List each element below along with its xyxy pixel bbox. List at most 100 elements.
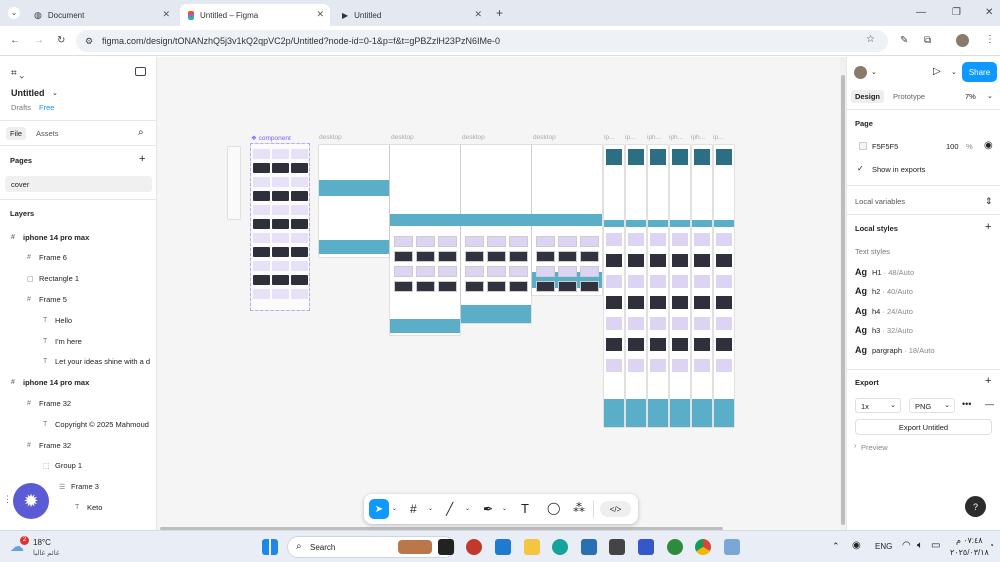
help-button[interactable]: ? <box>965 496 986 517</box>
product-card[interactable] <box>465 266 484 277</box>
layer-item[interactable]: # iphone 14 pro max <box>11 230 89 244</box>
remove-export-icon[interactable]: — <box>985 399 994 409</box>
text-style-item[interactable]: h2 · 40/Auto <box>872 287 913 296</box>
tray-app-icon[interactable]: ◉ <box>852 540 861 551</box>
battery-icon[interactable]: ▭ <box>931 540 940 551</box>
component-variant[interactable] <box>291 205 308 215</box>
text-style-item[interactable]: H1 · 48/Auto <box>872 268 914 277</box>
eyedropper-extension-icon[interactable]: ✎ <box>900 36 908 46</box>
reload-icon[interactable]: ↻ <box>57 36 65 46</box>
address-bar[interactable]: ⚙ figma.com/design/tONANzhQ5j3v1kQ2qpVC2… <box>76 30 888 52</box>
line-tool-icon[interactable]: ╱ <box>446 502 453 516</box>
tab-design[interactable]: Design <box>851 90 885 103</box>
product-card[interactable] <box>558 266 577 277</box>
tab-assets[interactable]: Assets <box>36 129 59 138</box>
product-card[interactable] <box>536 251 555 262</box>
add-page-icon[interactable]: + <box>139 153 145 165</box>
product-card[interactable] <box>580 266 599 277</box>
add-export-icon[interactable]: + <box>985 375 991 387</box>
taskbar-search-box[interactable]: ⌕ Search <box>287 536 455 558</box>
product-card[interactable] <box>487 266 506 277</box>
product-card[interactable] <box>394 266 413 277</box>
product-card[interactable] <box>509 266 528 277</box>
page-color-swatch[interactable] <box>859 142 867 150</box>
component-variant[interactable] <box>291 191 308 201</box>
vscode-icon[interactable] <box>495 539 511 555</box>
layer-item[interactable]: ⬚ Group 1 <box>43 459 82 473</box>
layer-item[interactable]: # iphone 14 pro max <box>11 376 89 390</box>
close-tab-icon[interactable]: ✕ <box>474 9 482 20</box>
figma-main-menu[interactable]: ⌗ ⌄ <box>11 68 24 79</box>
component-variant[interactable] <box>291 219 308 229</box>
product-card[interactable] <box>536 281 555 292</box>
component-variant[interactable] <box>272 247 289 257</box>
drag-handle-icon[interactable]: ⋮⋮ <box>3 494 21 505</box>
store-icon[interactable] <box>581 539 597 555</box>
component-variant[interactable] <box>272 149 289 159</box>
component-variant[interactable] <box>272 275 289 285</box>
tab-document[interactable]: ◍ Document ✕ <box>26 4 176 26</box>
extensions-puzzle-icon[interactable]: ⧉ <box>924 36 931 46</box>
layer-item[interactable]: T I'm here <box>43 334 82 348</box>
component-variant[interactable] <box>253 191 270 201</box>
tab-prototype[interactable]: Prototype <box>893 92 925 101</box>
product-card[interactable] <box>416 266 435 277</box>
product-card[interactable] <box>465 251 484 262</box>
component-variant[interactable] <box>291 177 308 187</box>
share-button[interactable]: Share <box>962 62 997 82</box>
xbox-icon[interactable] <box>667 539 683 555</box>
desktop-frame-3[interactable] <box>461 145 531 323</box>
product-card[interactable] <box>416 281 435 292</box>
component-variant[interactable] <box>272 205 289 215</box>
product-card[interactable] <box>394 251 413 262</box>
text-style-item[interactable]: h4 · 24/Auto <box>872 307 913 316</box>
product-card[interactable] <box>558 281 577 292</box>
product-card[interactable] <box>580 281 599 292</box>
component-variant[interactable] <box>291 247 308 257</box>
component-variant[interactable] <box>291 149 308 159</box>
component-variant[interactable] <box>272 219 289 229</box>
chevron-right-icon[interactable]: › <box>854 443 856 450</box>
product-card[interactable] <box>558 251 577 262</box>
text-tool-icon[interactable]: T <box>521 501 529 516</box>
layer-item[interactable]: T Let your ideas shine with a d <box>43 355 150 369</box>
browser-menu-icon[interactable]: ⋮ <box>985 35 995 45</box>
user-avatar[interactable] <box>854 66 867 79</box>
restore-window-icon[interactable]: ❐ <box>952 8 961 18</box>
visibility-eye-icon[interactable]: ◉ <box>984 140 993 151</box>
chevron-down-icon[interactable]: ⌄ <box>987 92 993 100</box>
product-card[interactable] <box>487 236 506 247</box>
product-card[interactable] <box>536 266 555 277</box>
chevron-down-icon[interactable]: ⌄ <box>502 505 507 512</box>
frame-tool-icon[interactable]: # <box>410 502 417 516</box>
temperature[interactable]: 18°C <box>33 538 51 547</box>
product-card[interactable] <box>580 236 599 247</box>
product-card[interactable] <box>536 236 555 247</box>
product-card[interactable] <box>394 236 413 247</box>
comment-tool-icon[interactable]: ◯ <box>547 501 560 515</box>
page-item-cover[interactable]: cover <box>5 176 152 192</box>
app-icon-red[interactable] <box>466 539 482 555</box>
bookmark-star-icon[interactable]: ☆ <box>866 35 875 45</box>
product-card[interactable] <box>509 236 528 247</box>
layer-item[interactable]: T Hello <box>43 313 72 327</box>
design-canvas[interactable]: ❖ component desktop desktop desktop desk… <box>157 57 840 530</box>
site-info-icon[interactable]: ⚙ <box>85 36 93 46</box>
product-card[interactable] <box>509 281 528 292</box>
toggle-sidebar-icon[interactable] <box>135 67 146 76</box>
product-card[interactable] <box>438 236 457 247</box>
component-variant[interactable] <box>272 191 289 201</box>
app-icon-dark[interactable] <box>609 539 625 555</box>
chevron-down-icon[interactable]: ⌄ <box>465 505 470 512</box>
product-card[interactable] <box>558 236 577 247</box>
clock-time[interactable]: ٠٧:٤٨ م <box>956 536 983 545</box>
component-variant[interactable] <box>253 233 270 243</box>
product-card[interactable] <box>416 251 435 262</box>
product-card[interactable] <box>465 281 484 292</box>
component-variant[interactable] <box>272 261 289 271</box>
search-icon[interactable]: ⌕ <box>138 127 144 138</box>
page-color-value[interactable]: F5F5F5 <box>872 142 898 151</box>
component-variant[interactable] <box>253 149 270 159</box>
zoom-level[interactable]: 7% <box>965 92 976 101</box>
icon-column-frame[interactable] <box>228 147 240 219</box>
